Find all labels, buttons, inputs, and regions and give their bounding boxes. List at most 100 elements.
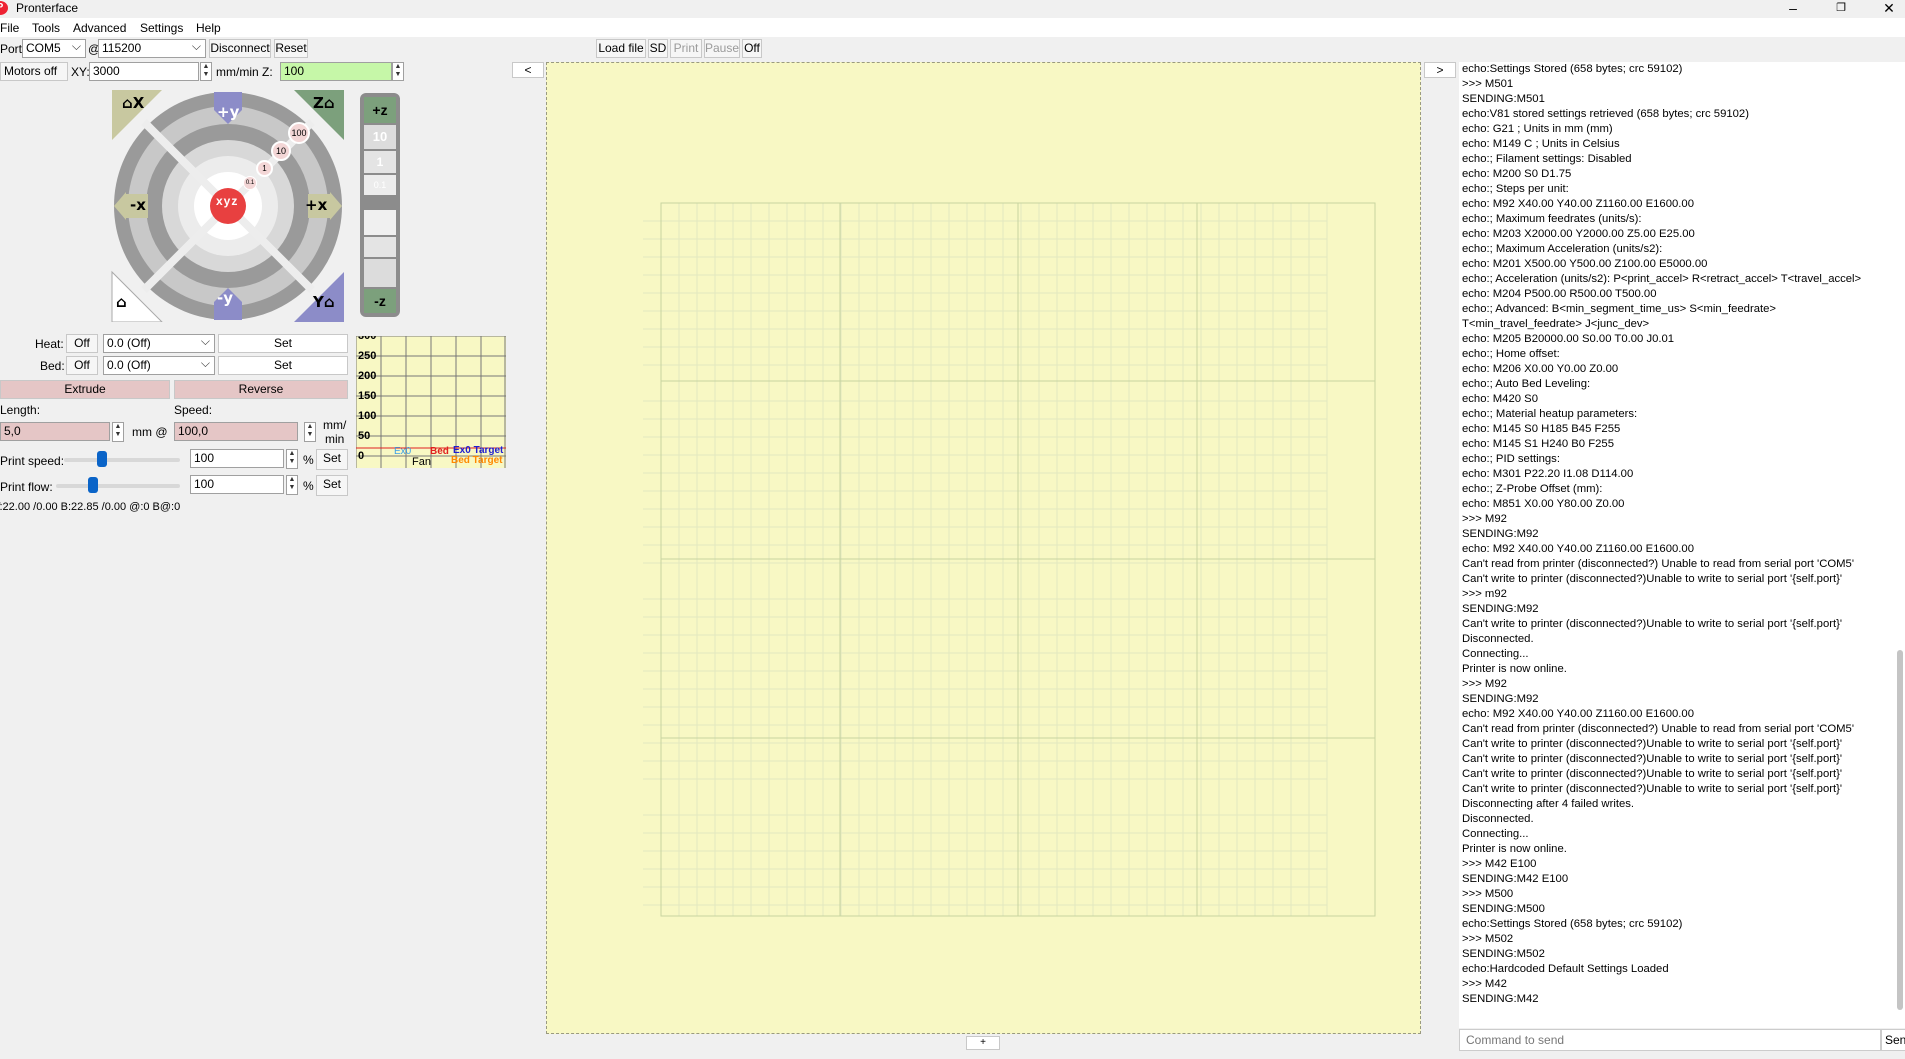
console-line: echo:; Acceleration (units/s2): P<print_…: [1462, 273, 1862, 285]
port-label: Port: [0, 42, 23, 56]
print-speed-input[interactable]: 100: [190, 449, 284, 468]
step-10-button[interactable]: 10: [271, 141, 291, 161]
heat-off-button[interactable]: Off: [66, 334, 98, 353]
print-speed-slider[interactable]: [64, 458, 180, 462]
print-speed-set-button[interactable]: Set: [316, 449, 348, 470]
bed-set-button[interactable]: Set: [218, 356, 348, 375]
load-file-button[interactable]: Load file: [596, 39, 646, 58]
xy-feedrate-stepper[interactable]: ▲ ▼: [200, 62, 212, 81]
temp-tick-150: 150: [358, 390, 377, 402]
console-line: echo:; Material heatup parameters:: [1462, 408, 1638, 420]
console-line: SENDING:M500: [1462, 903, 1545, 915]
length-stepper[interactable]: ▲ ▼: [112, 422, 124, 442]
jog-minus-x-button[interactable]: -x: [130, 196, 146, 214]
z-step-1-button[interactable]: 1: [364, 151, 396, 173]
console-line: echo:; Z-Probe Offset (mm):: [1462, 483, 1603, 495]
print-flow-stepper[interactable]: ▲ ▼: [286, 475, 298, 495]
step-100-button[interactable]: 100: [288, 122, 310, 144]
collapse-left-button[interactable]: <: [512, 62, 544, 78]
collapse-right-button[interactable]: >: [1424, 62, 1456, 78]
print-speed-slider-thumb[interactable]: [97, 451, 108, 467]
extrude-button[interactable]: Extrude: [0, 380, 170, 399]
maximize-button[interactable]: ❐: [1818, 0, 1864, 18]
z-feedrate-input[interactable]: 100: [280, 62, 392, 81]
print-flow-percent: %: [303, 479, 314, 493]
temp-tick-50: 50: [358, 430, 371, 442]
print-speed-percent: %: [303, 453, 314, 467]
heat-set-button[interactable]: Set: [218, 334, 348, 353]
reverse-button[interactable]: Reverse: [174, 380, 348, 399]
command-input[interactable]: Command to send: [1459, 1029, 1881, 1051]
temp-tick-100: 100: [358, 410, 377, 422]
console-line: Can't write to printer (disconnected?)Un…: [1462, 618, 1843, 630]
z-step-down-1-button[interactable]: [364, 237, 396, 257]
motors-off-button[interactable]: Motors off: [0, 62, 68, 81]
console-line: echo: M92 X40.00 Y40.00 Z1160.00 E1600.0…: [1462, 198, 1694, 210]
home-all-button[interactable]: ⌂: [116, 293, 127, 311]
home-y-button[interactable]: Y⌂: [313, 293, 335, 311]
jog-z-minus-button[interactable]: -z: [364, 289, 396, 313]
step-0-1-button[interactable]: 0.1: [243, 176, 257, 190]
print-flow-slider-thumb[interactable]: [88, 477, 99, 493]
add-layer-button[interactable]: +: [966, 1036, 1000, 1050]
z-step-down-10-button[interactable]: [364, 259, 396, 287]
z-step-0-1-button[interactable]: 0.1: [364, 175, 396, 195]
jog-plus-y-button[interactable]: +y: [217, 103, 239, 121]
z-step-down-0-1-button[interactable]: [364, 210, 396, 235]
baud-select[interactable]: 115200: [98, 39, 206, 58]
jog-minus-y-button[interactable]: -y: [217, 289, 233, 307]
z-feedrate-stepper[interactable]: ▲ ▼: [392, 62, 404, 81]
console-line: echo:Settings Stored (658 bytes; crc 591…: [1462, 918, 1683, 930]
speed-input[interactable]: 100,0: [174, 422, 298, 441]
print-button[interactable]: Print: [670, 39, 702, 58]
minimize-button[interactable]: –: [1770, 0, 1816, 18]
off-button[interactable]: Off: [742, 39, 762, 58]
console-scrollbar[interactable]: [1897, 650, 1903, 1010]
print-speed-stepper[interactable]: ▲ ▼: [286, 449, 298, 469]
console-line: SENDING:M42 E100: [1462, 873, 1569, 885]
xy-label: XY:: [71, 65, 90, 79]
home-z-button[interactable]: Z⌂: [313, 94, 335, 112]
console-line: Can't write to printer (disconnected?)Un…: [1462, 783, 1843, 795]
menu-settings[interactable]: Settings: [140, 21, 183, 35]
console-line: echo:; Auto Bed Leveling:: [1462, 378, 1591, 390]
center-xyz-icon: xyz: [216, 194, 239, 208]
length-label: Length:: [0, 403, 41, 417]
console-line: >>> M42: [1462, 978, 1507, 990]
step-1-button[interactable]: 1: [256, 160, 273, 177]
sd-button[interactable]: SD: [648, 39, 668, 58]
heat-temp-select[interactable]: 0.0 (Off): [103, 334, 215, 353]
window-title: Pronterface: [16, 1, 79, 15]
console-line: echo: M420 S0: [1462, 393, 1538, 405]
print-flow-slider[interactable]: [56, 484, 180, 488]
bed-off-button[interactable]: Off: [66, 356, 98, 375]
length-input[interactable]: 5,0: [0, 422, 110, 441]
jog-plus-x-button[interactable]: +x: [305, 196, 327, 214]
console-line: SENDING:M92: [1462, 693, 1539, 705]
speed-stepper[interactable]: ▲ ▼: [304, 422, 316, 442]
print-flow-input[interactable]: 100: [190, 475, 284, 494]
reset-button[interactable]: Reset: [274, 39, 308, 58]
menu-tools[interactable]: Tools: [32, 21, 60, 35]
xy-feedrate-input[interactable]: 3000: [89, 62, 199, 81]
send-button[interactable]: Send: [1881, 1029, 1905, 1051]
console-log[interactable]: echo:Settings Stored (658 bytes; crc 591…: [1459, 62, 1905, 1028]
console-line: echo:; Home offset:: [1462, 348, 1560, 360]
menu-help[interactable]: Help: [196, 21, 221, 35]
legend-fan: Fan: [412, 456, 431, 468]
z-step-10-button[interactable]: 10: [364, 125, 396, 149]
print-flow-set-button[interactable]: Set: [316, 475, 348, 496]
print-preview-canvas[interactable]: [546, 62, 1421, 1034]
disconnect-button[interactable]: Disconnect: [209, 39, 271, 58]
console-line: echo: M203 X2000.00 Y2000.00 Z5.00 E25.0…: [1462, 228, 1695, 240]
jog-z-plus-button[interactable]: +z: [364, 97, 396, 123]
console-line: echo: M301 P22.20 I1.08 D114.00: [1462, 468, 1634, 480]
home-x-button[interactable]: ⌂X: [122, 94, 144, 112]
menu-file[interactable]: File: [0, 21, 19, 35]
menu-advanced[interactable]: Advanced: [73, 21, 126, 35]
port-select[interactable]: COM5: [22, 39, 86, 58]
close-button[interactable]: ✕: [1866, 0, 1905, 18]
console-line: echo: M92 X40.00 Y40.00 Z1160.00 E1600.0…: [1462, 708, 1694, 720]
bed-temp-select[interactable]: 0.0 (Off): [103, 356, 215, 375]
pause-button[interactable]: Pause: [704, 39, 740, 58]
